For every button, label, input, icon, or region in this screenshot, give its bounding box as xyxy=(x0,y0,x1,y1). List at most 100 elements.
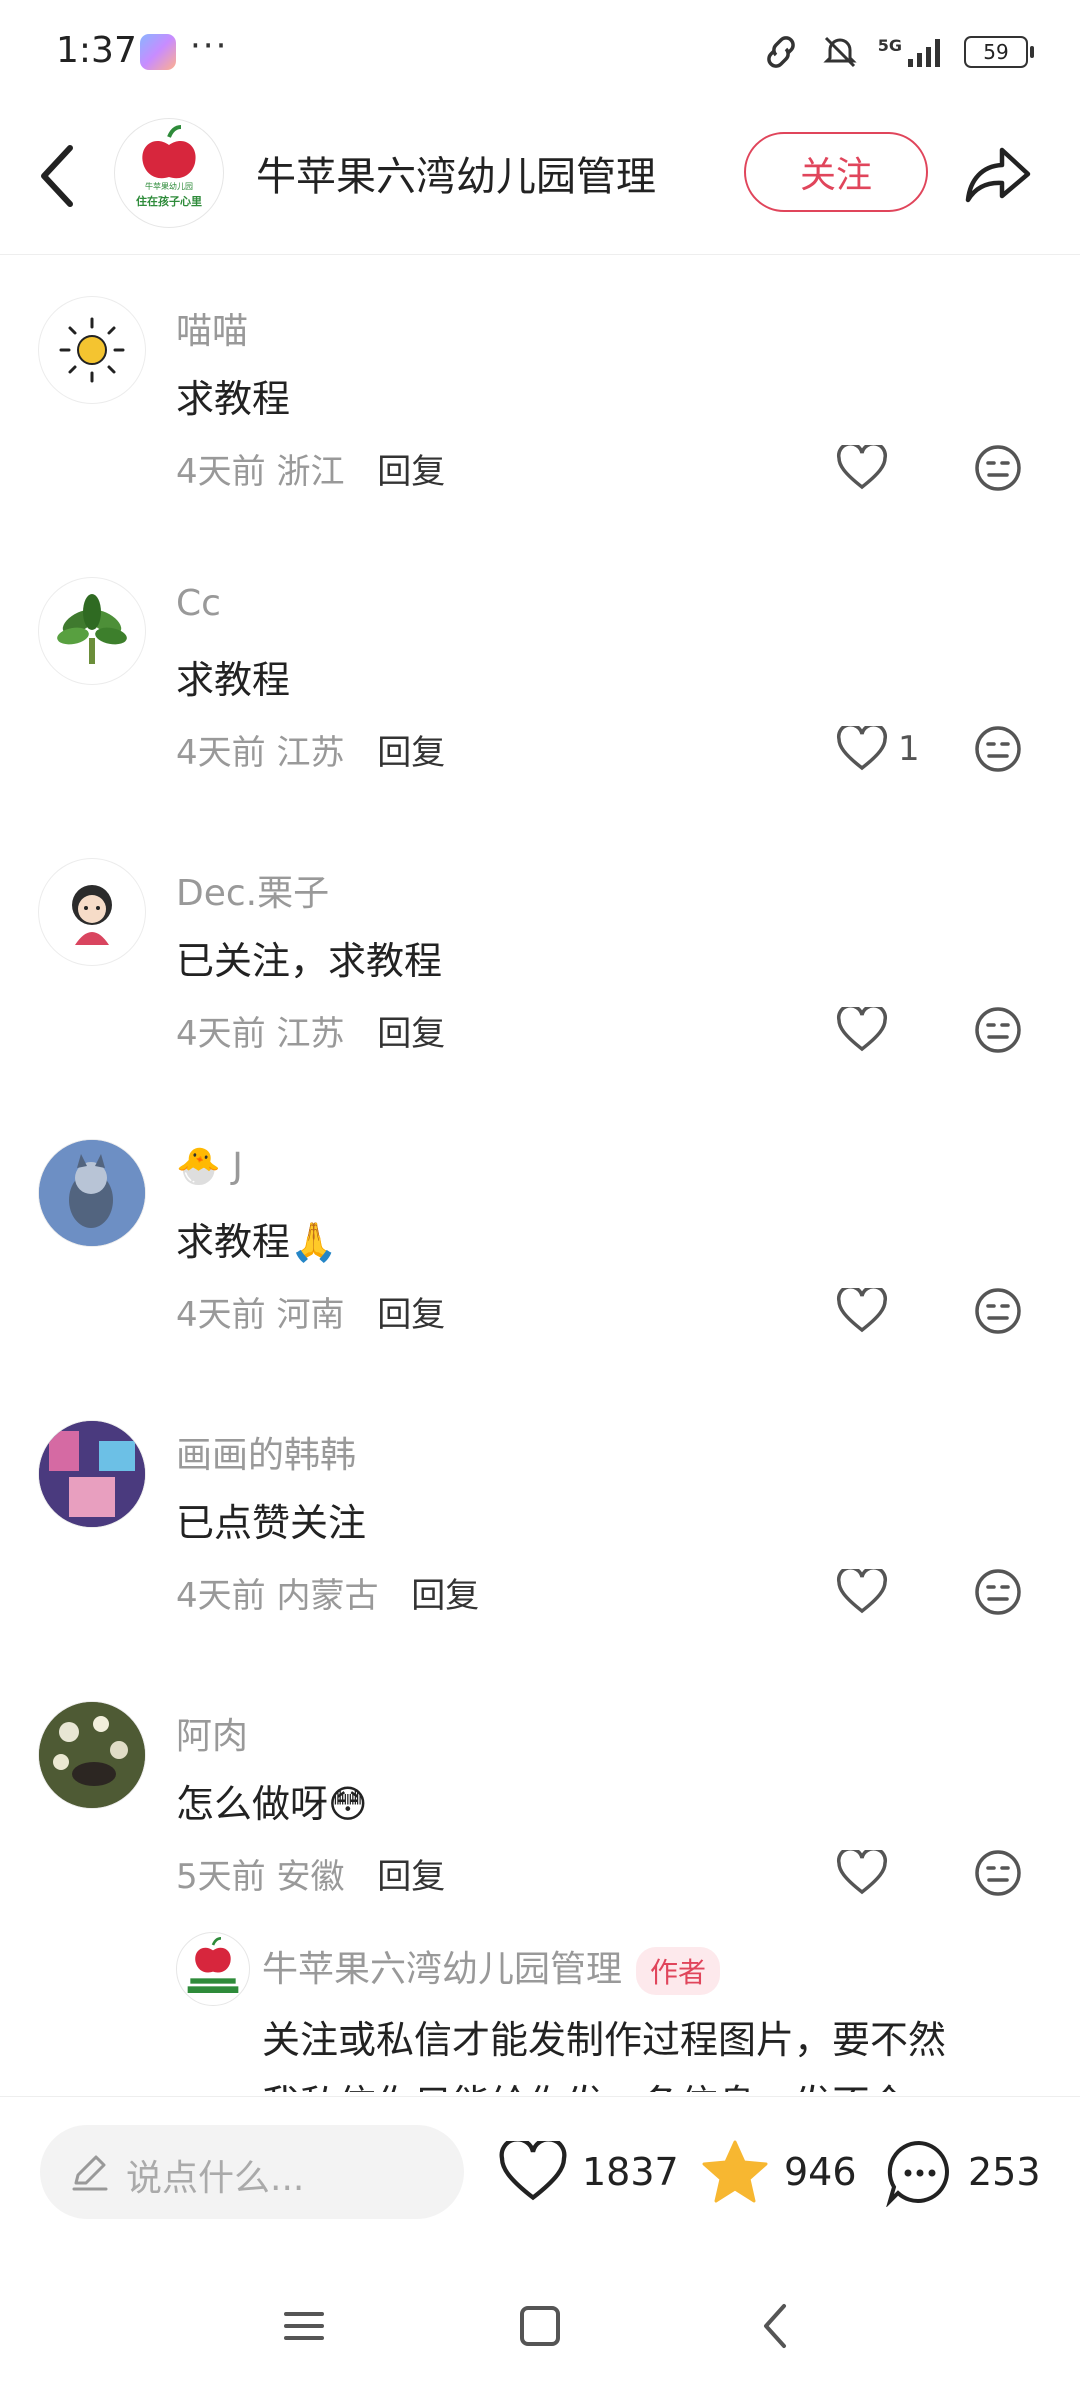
bottom-action-bar: 说点什么... 1837 946 253 xyxy=(0,2096,1080,2249)
chat-bubble-icon xyxy=(886,2140,949,2207)
reply-text-line-1: 关注或私信才能发制作过程图片，要不然 xyxy=(262,2018,947,2062)
comment-avatar[interactable] xyxy=(38,858,146,966)
like-button[interactable] xyxy=(836,442,898,494)
apple-logo-icon xyxy=(142,125,196,179)
dislike-face-icon[interactable] xyxy=(974,444,1022,492)
comment-item: Dec.栗子 已关注，求教程 4天前 江苏 回复 xyxy=(0,858,1080,1128)
more-notifications-icon: ··· xyxy=(190,26,229,66)
leaf-bouquet-icon xyxy=(57,594,127,664)
commenter-name[interactable]: 阿肉 xyxy=(176,1707,248,1759)
comment-item: 阿肉 怎么做呀😳 5天前 安徽 回复 xyxy=(0,1701,1080,1971)
nav-back-icon[interactable] xyxy=(746,2296,806,2356)
comment-item: 🐣 J 求教程🙏 4天前 河南 回复 xyxy=(0,1139,1080,1409)
status-bar: 1:37 ··· 5G 59 xyxy=(0,0,1080,100)
network-type-label: 5G xyxy=(877,35,902,55)
comment-location: 安徽 xyxy=(276,1857,345,1897)
reply-avatar[interactable] xyxy=(176,1932,250,2006)
heart-icon xyxy=(836,1850,888,1895)
share-icon[interactable] xyxy=(962,138,1034,210)
comment-avatar[interactable] xyxy=(38,1420,146,1528)
battery-indicator: 59 xyxy=(964,36,1034,68)
comment-avatar[interactable] xyxy=(38,1701,146,1809)
dislike-face-icon[interactable] xyxy=(974,1568,1022,1616)
reply-button[interactable]: 回复 xyxy=(377,452,445,492)
reply-text-line-2: 我私信你只能给你发一条信息，发不全 xyxy=(262,2072,946,2092)
apple-logo-icon xyxy=(187,1937,239,1993)
heart-icon xyxy=(836,1569,888,1614)
comment-avatar[interactable] xyxy=(38,577,146,685)
follow-button[interactable]: 关注 xyxy=(744,132,928,212)
comment-text-body: 怎么做呀 xyxy=(176,1782,329,1826)
like-button[interactable] xyxy=(836,1566,898,1618)
star-icon xyxy=(702,2140,768,2203)
comment-item: 画画的韩韩 已点赞关注 4天前 内蒙古 回复 xyxy=(0,1420,1080,1690)
like-button[interactable] xyxy=(836,1285,898,1337)
comment-meta: 5天前 安徽 回复 xyxy=(176,1849,445,1898)
comment-text-body: 求教程 xyxy=(176,1220,291,1264)
top-header: 牛苹果幼儿园 住在孩子心里 牛苹果六湾幼儿园管理 关注 xyxy=(0,100,1080,255)
comment-location: 河南 xyxy=(276,1295,345,1335)
comment-time: 4天前 xyxy=(176,1295,266,1335)
reply-button[interactable]: 回复 xyxy=(377,1857,445,1897)
comment-time: 4天前 xyxy=(176,452,266,492)
reply-author-name-text: 牛苹果六湾幼儿园管理 xyxy=(262,1949,623,1990)
comment-avatar[interactable] xyxy=(38,1139,146,1247)
link-icon xyxy=(766,36,795,68)
mute-icon xyxy=(823,36,857,68)
reply-text: 关注或私信才能发制作过程图片，要不然 我私信你只能给你发一条信息，发不全 xyxy=(262,2008,946,2092)
like-post-button[interactable]: 1837 xyxy=(498,2125,679,2219)
heart-icon xyxy=(499,2141,567,2201)
blushing-emoji-icon: 😳 xyxy=(328,1782,368,1826)
menu-icon[interactable] xyxy=(274,2296,334,2356)
home-square-icon[interactable] xyxy=(510,2296,570,2356)
dislike-face-icon[interactable] xyxy=(974,1287,1022,1335)
avatar-line-1: 牛苹果幼儿园 xyxy=(145,182,193,191)
comment-text: 已关注，求教程 xyxy=(176,939,443,983)
author-avatar[interactable]: 牛苹果幼儿园 住在孩子心里 xyxy=(114,118,224,228)
like-button[interactable]: 1 xyxy=(836,723,920,775)
favorite-button[interactable]: 946 xyxy=(700,2125,857,2219)
like-total: 1837 xyxy=(582,2150,679,2194)
chick-emoji-icon: 🐣 xyxy=(176,1146,221,1187)
comment-time: 4天前 xyxy=(176,733,266,773)
back-arrow-icon[interactable] xyxy=(34,142,78,210)
comment-input[interactable]: 说点什么... xyxy=(40,2125,464,2219)
favorite-total: 946 xyxy=(784,2150,857,2194)
commenter-name[interactable]: Dec.栗子 xyxy=(176,864,329,916)
reply-button[interactable]: 回复 xyxy=(377,1295,445,1335)
commenter-name[interactable]: 🐣 J xyxy=(176,1145,243,1187)
author-badge: 作者 xyxy=(636,1947,721,1995)
reply-button[interactable]: 回复 xyxy=(411,1576,479,1616)
pencil-icon xyxy=(72,2155,108,2191)
comments-button[interactable]: 253 xyxy=(884,2125,1041,2219)
comment-text: 已点赞关注 xyxy=(176,1501,367,1545)
cartoon-girl-icon xyxy=(72,885,112,945)
signal-icon xyxy=(908,39,940,67)
app-notification-icon xyxy=(140,34,176,70)
commenter-name[interactable]: Cc xyxy=(176,583,221,624)
comment-text: 求教程 xyxy=(176,377,291,421)
heart-icon xyxy=(836,445,888,490)
comment-total: 253 xyxy=(968,2150,1041,2194)
heart-icon xyxy=(836,1007,888,1052)
dislike-face-icon[interactable] xyxy=(974,1849,1022,1897)
like-button[interactable] xyxy=(836,1847,898,1899)
system-nav-bar xyxy=(0,2248,1080,2401)
reply-button[interactable]: 回复 xyxy=(377,1014,445,1054)
commenter-name[interactable]: 画画的韩韩 xyxy=(176,1426,356,1478)
dislike-face-icon[interactable] xyxy=(974,1006,1022,1054)
comment-location: 江苏 xyxy=(276,733,345,773)
commenter-name[interactable]: 喵喵 xyxy=(176,302,248,354)
comment-avatar[interactable] xyxy=(38,296,146,404)
reply-author-name[interactable]: 牛苹果六湾幼儿园管理 作者 xyxy=(262,1940,721,1995)
reply-button[interactable]: 回复 xyxy=(377,733,445,773)
photo-avatar-icon xyxy=(39,1702,145,1808)
comment-text: 求教程🙏 xyxy=(176,1211,337,1266)
cartoon-cat-icon xyxy=(39,1140,145,1246)
illustration-avatar-icon xyxy=(39,1421,145,1527)
author-name[interactable]: 牛苹果六湾幼儿园管理 xyxy=(256,144,656,202)
comment-text: 求教程 xyxy=(176,658,291,702)
dislike-face-icon[interactable] xyxy=(974,725,1022,773)
comment-time: 4天前 xyxy=(176,1014,266,1054)
like-button[interactable] xyxy=(836,1004,898,1056)
